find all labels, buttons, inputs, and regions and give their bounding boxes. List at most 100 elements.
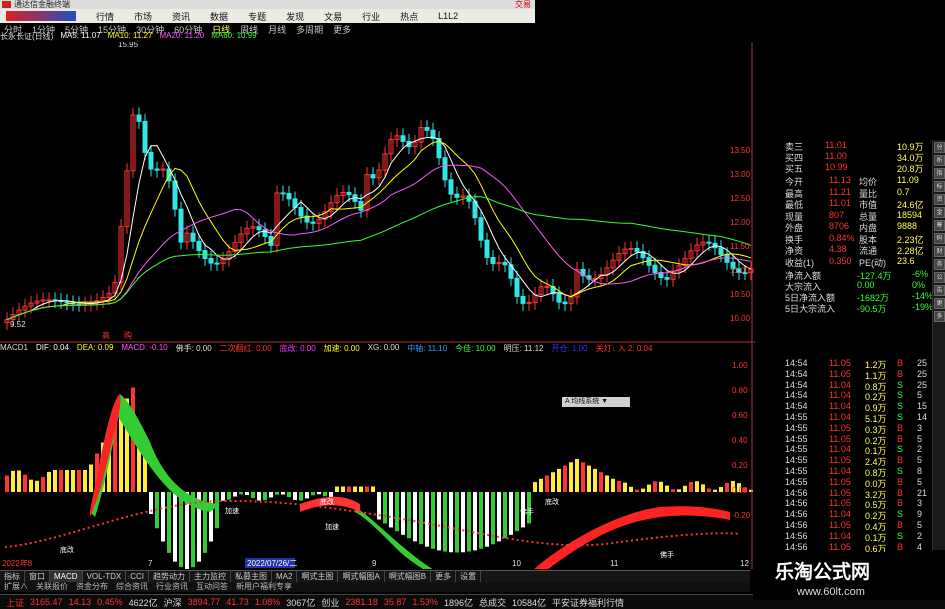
quote-row: 收益(1) 0.350 PE(动) 23.6 [757, 256, 932, 268]
menu-item[interactable]: 行情 [96, 10, 114, 23]
macd-axis-tick: 0.00 [732, 486, 748, 495]
side-tool-icon[interactable]: 告 [934, 285, 945, 296]
side-tool-icon[interactable]: 务 [934, 259, 945, 270]
cy-change: 35.87 [383, 597, 407, 607]
side-tool-icon[interactable]: 分 [934, 142, 945, 153]
macd-bar [701, 484, 705, 492]
indicator-tab[interactable]: 啊式主图 [297, 571, 339, 582]
chart-area[interactable]: 15.959.52高购 加速加速底改底改佛手佛手底改 13.5013.0012.… [0, 42, 755, 569]
signal-marker: 高 [102, 330, 110, 340]
side-tool-icon[interactable]: 金 [934, 207, 945, 218]
candle-body [664, 277, 670, 280]
menu-item[interactable]: 专题 [248, 10, 266, 23]
menu-item[interactable]: 发现 [286, 10, 304, 23]
macd-bar [665, 485, 669, 492]
extension-tab[interactable]: 新用户福利专享 [232, 582, 296, 592]
side-tool-icon[interactable]: 资 [934, 194, 945, 205]
extension-tab[interactable]: 资金分布 [72, 582, 112, 592]
indicator-popup[interactable]: A 均线系统 ▼ [562, 397, 630, 407]
side-tool-icon[interactable]: 标 [934, 181, 945, 192]
indicator-value: 佛手: 0.00 [175, 344, 212, 353]
indicator-tab[interactable]: 主力监控 [190, 571, 232, 582]
macd-bar [209, 492, 213, 542]
price-axis-tick: 10.50 [730, 290, 751, 299]
menu-item[interactable]: 资讯 [172, 10, 190, 23]
indicator-tab[interactable]: 趋势动力 [149, 571, 191, 582]
tick-price: 11.04 [829, 379, 851, 390]
price-axis-tick: 11.50 [730, 242, 750, 251]
macd-bar [593, 468, 597, 492]
extension-tab[interactable]: 行业资讯 [152, 582, 192, 592]
indicator-tab[interactable]: 设置 [456, 571, 482, 582]
macd-bar [269, 492, 273, 498]
candle-body [400, 135, 406, 142]
macd-bar [317, 492, 321, 495]
tick-count: 14 [917, 412, 928, 422]
trade-tick-row: 14:55 11.04 5.1万 S 14 [757, 412, 932, 424]
indicator-tab[interactable]: VOL-TDX [83, 571, 127, 582]
tick-time: 14:55 [785, 455, 808, 466]
macd-bar [683, 485, 687, 492]
indicator-tab[interactable]: MA2 [272, 571, 298, 582]
extension-tab[interactable]: 互动问答 [192, 582, 232, 592]
side-tool-icon[interactable]: 公 [934, 272, 945, 283]
indicator-tab[interactable]: 啊式幅图A [338, 571, 385, 582]
macd-bar [239, 492, 243, 495]
sh-amount: 4622亿 [128, 597, 158, 608]
macd-bar [647, 484, 651, 492]
date-cursor-label: 2022/07/26/二 [247, 559, 297, 568]
macd-bar [455, 492, 459, 553]
trade-link[interactable]: 交易 [515, 0, 531, 9]
indicator-tab[interactable]: 啊式幅图B [385, 571, 432, 582]
date-axis-tick: 11 [610, 559, 619, 568]
indicator-tab[interactable]: MACD [50, 571, 83, 582]
macd-bar [287, 492, 291, 498]
tick-price: 11.04 [829, 444, 851, 455]
indicator-tag: 佛手 [520, 507, 534, 516]
extension-tab[interactable]: 综合资讯 [112, 582, 152, 592]
side-tool-icon[interactable]: 更 [934, 298, 945, 309]
menu-item[interactable]: 文易 [324, 10, 342, 23]
macd-bar [59, 470, 63, 492]
indicator-tab[interactable]: 私募主图 [231, 571, 273, 582]
side-tool-icon[interactable]: 指 [934, 168, 945, 179]
side-tool-icon[interactable]: 多 [934, 311, 945, 322]
quote-value: 18594 [897, 209, 923, 220]
indicator-tab[interactable]: CCI [126, 571, 150, 582]
candle-body [190, 232, 196, 242]
quote-value: 4.38 [829, 244, 847, 254]
macd-bar [395, 492, 399, 532]
extension-tab[interactable]: 关联报价 [32, 582, 72, 592]
tick-price: 11.04 [829, 401, 851, 412]
order-book-row[interactable]: 买五 10.99 20.8万 [757, 162, 932, 174]
indicator-name[interactable]: MACD1 [0, 343, 28, 353]
indicator-tag: 加速 [325, 522, 339, 531]
indicator-tab[interactable]: 指标 [0, 571, 25, 582]
side-tool-icon[interactable]: 析 [934, 155, 945, 166]
side-tool-icon[interactable]: 筹 [934, 220, 945, 231]
macd-bar [389, 492, 393, 528]
indicator-tab[interactable]: 窗口 [25, 571, 50, 582]
trade-tick-row: 14:55 11.04 0.1万 S 2 [757, 444, 932, 456]
macd-bar [161, 492, 165, 542]
tick-time: 14:56 [785, 541, 808, 552]
tick-time: 14:56 [785, 530, 808, 541]
indicator-value: 二次翻红: 0.00 [219, 344, 272, 353]
total-label: 总成交 [478, 597, 506, 608]
extension-tab[interactable]: 扩展∧ [0, 582, 32, 592]
quote-row: 净资 4.38 流通 2.28亿 [757, 244, 932, 256]
macd-bar [503, 492, 507, 539]
macd-bar [407, 492, 411, 539]
menu-item[interactable]: 热点 [400, 10, 418, 23]
tick-count: 5 [917, 455, 923, 466]
macd-bar [323, 492, 327, 497]
menu-item[interactable]: 市场 [134, 10, 152, 23]
indicator-tab[interactable]: 更多 [431, 571, 457, 582]
menu-item[interactable]: 数据 [210, 10, 228, 23]
date-axis-tick: 12 [740, 559, 749, 568]
menu-item[interactable]: L1L2 [438, 11, 458, 21]
macd-bar [671, 489, 675, 492]
menu-item[interactable]: 行业 [362, 10, 380, 23]
side-tool-icon[interactable]: 码 [934, 233, 945, 244]
side-tool-icon[interactable]: 财 [934, 246, 945, 257]
